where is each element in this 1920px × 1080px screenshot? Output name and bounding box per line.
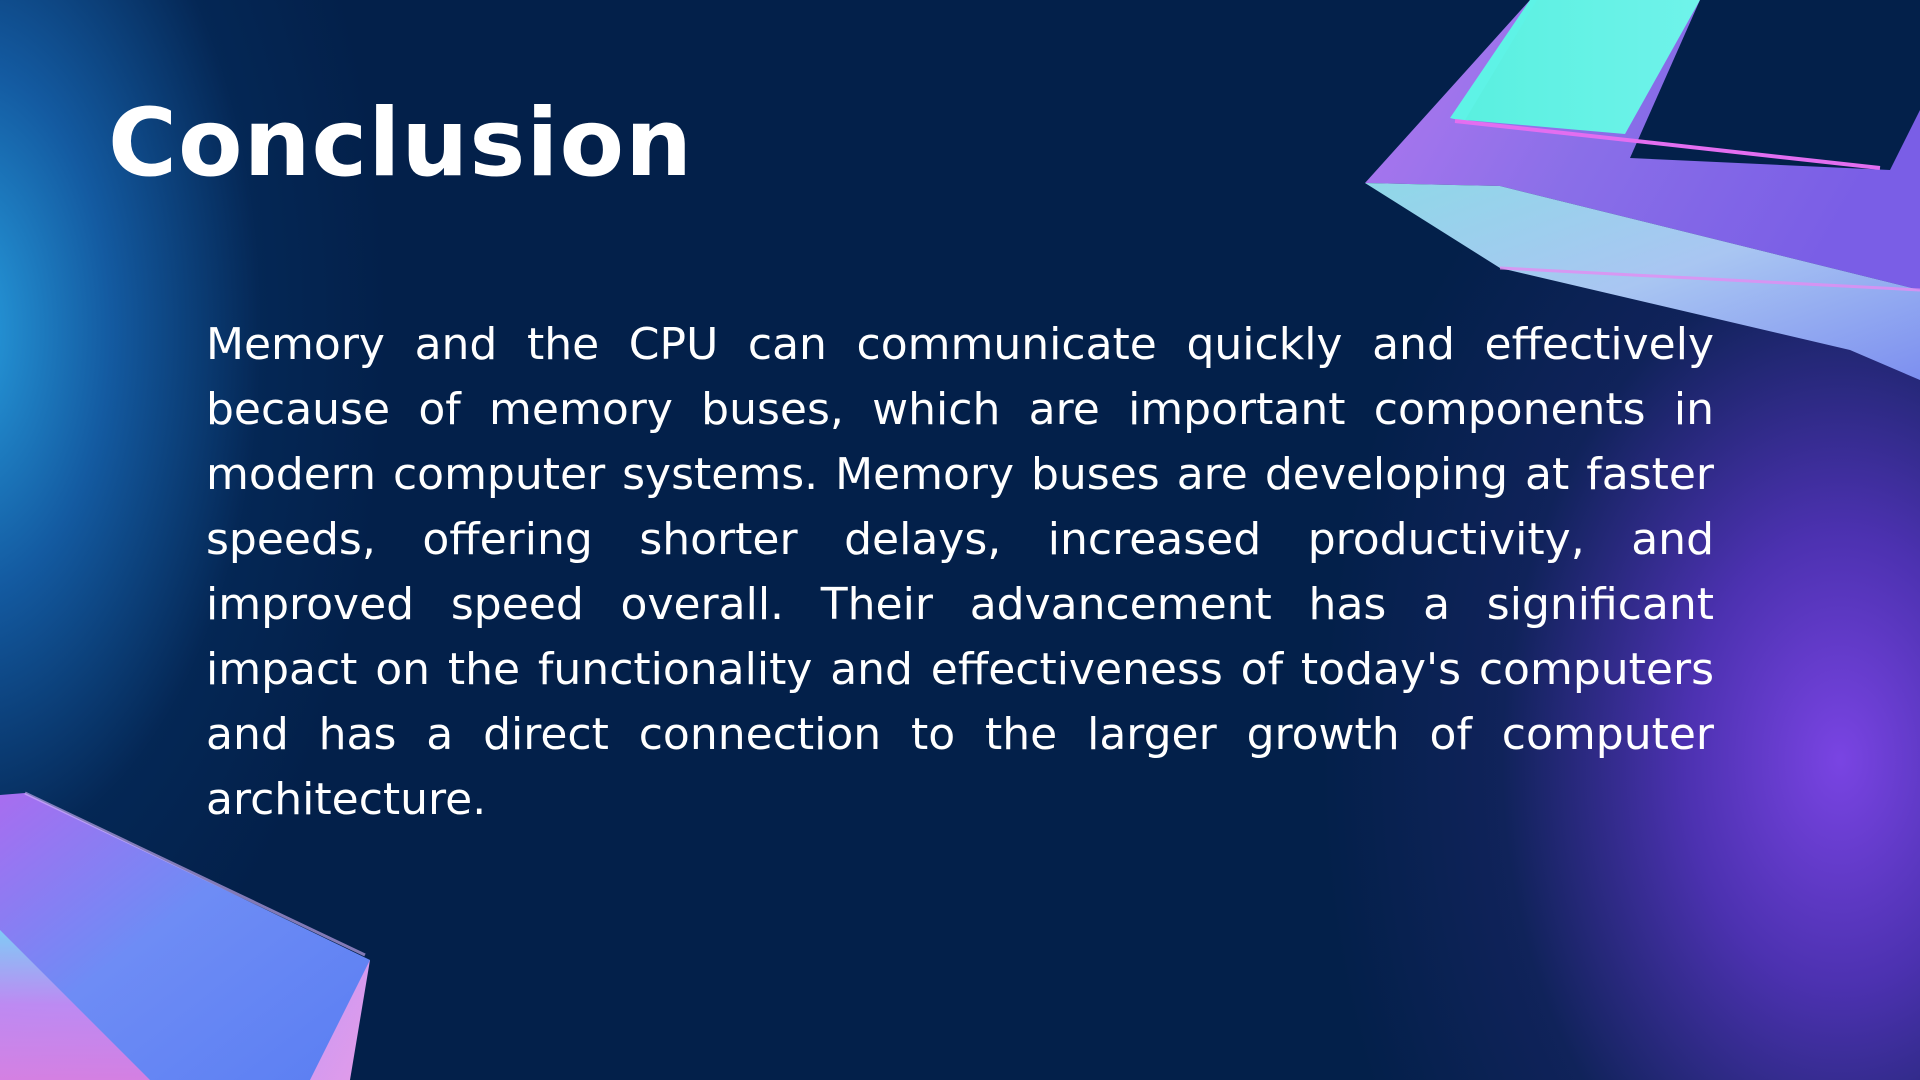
slide-title: Conclusion [108,89,694,198]
conclusion-paragraph: Memory and the CPU can communicate quick… [206,319,1714,825]
cube-shape-bottom-left [0,791,370,1080]
slide: Conclusion Memory and the CPU can commun… [0,0,1920,1080]
